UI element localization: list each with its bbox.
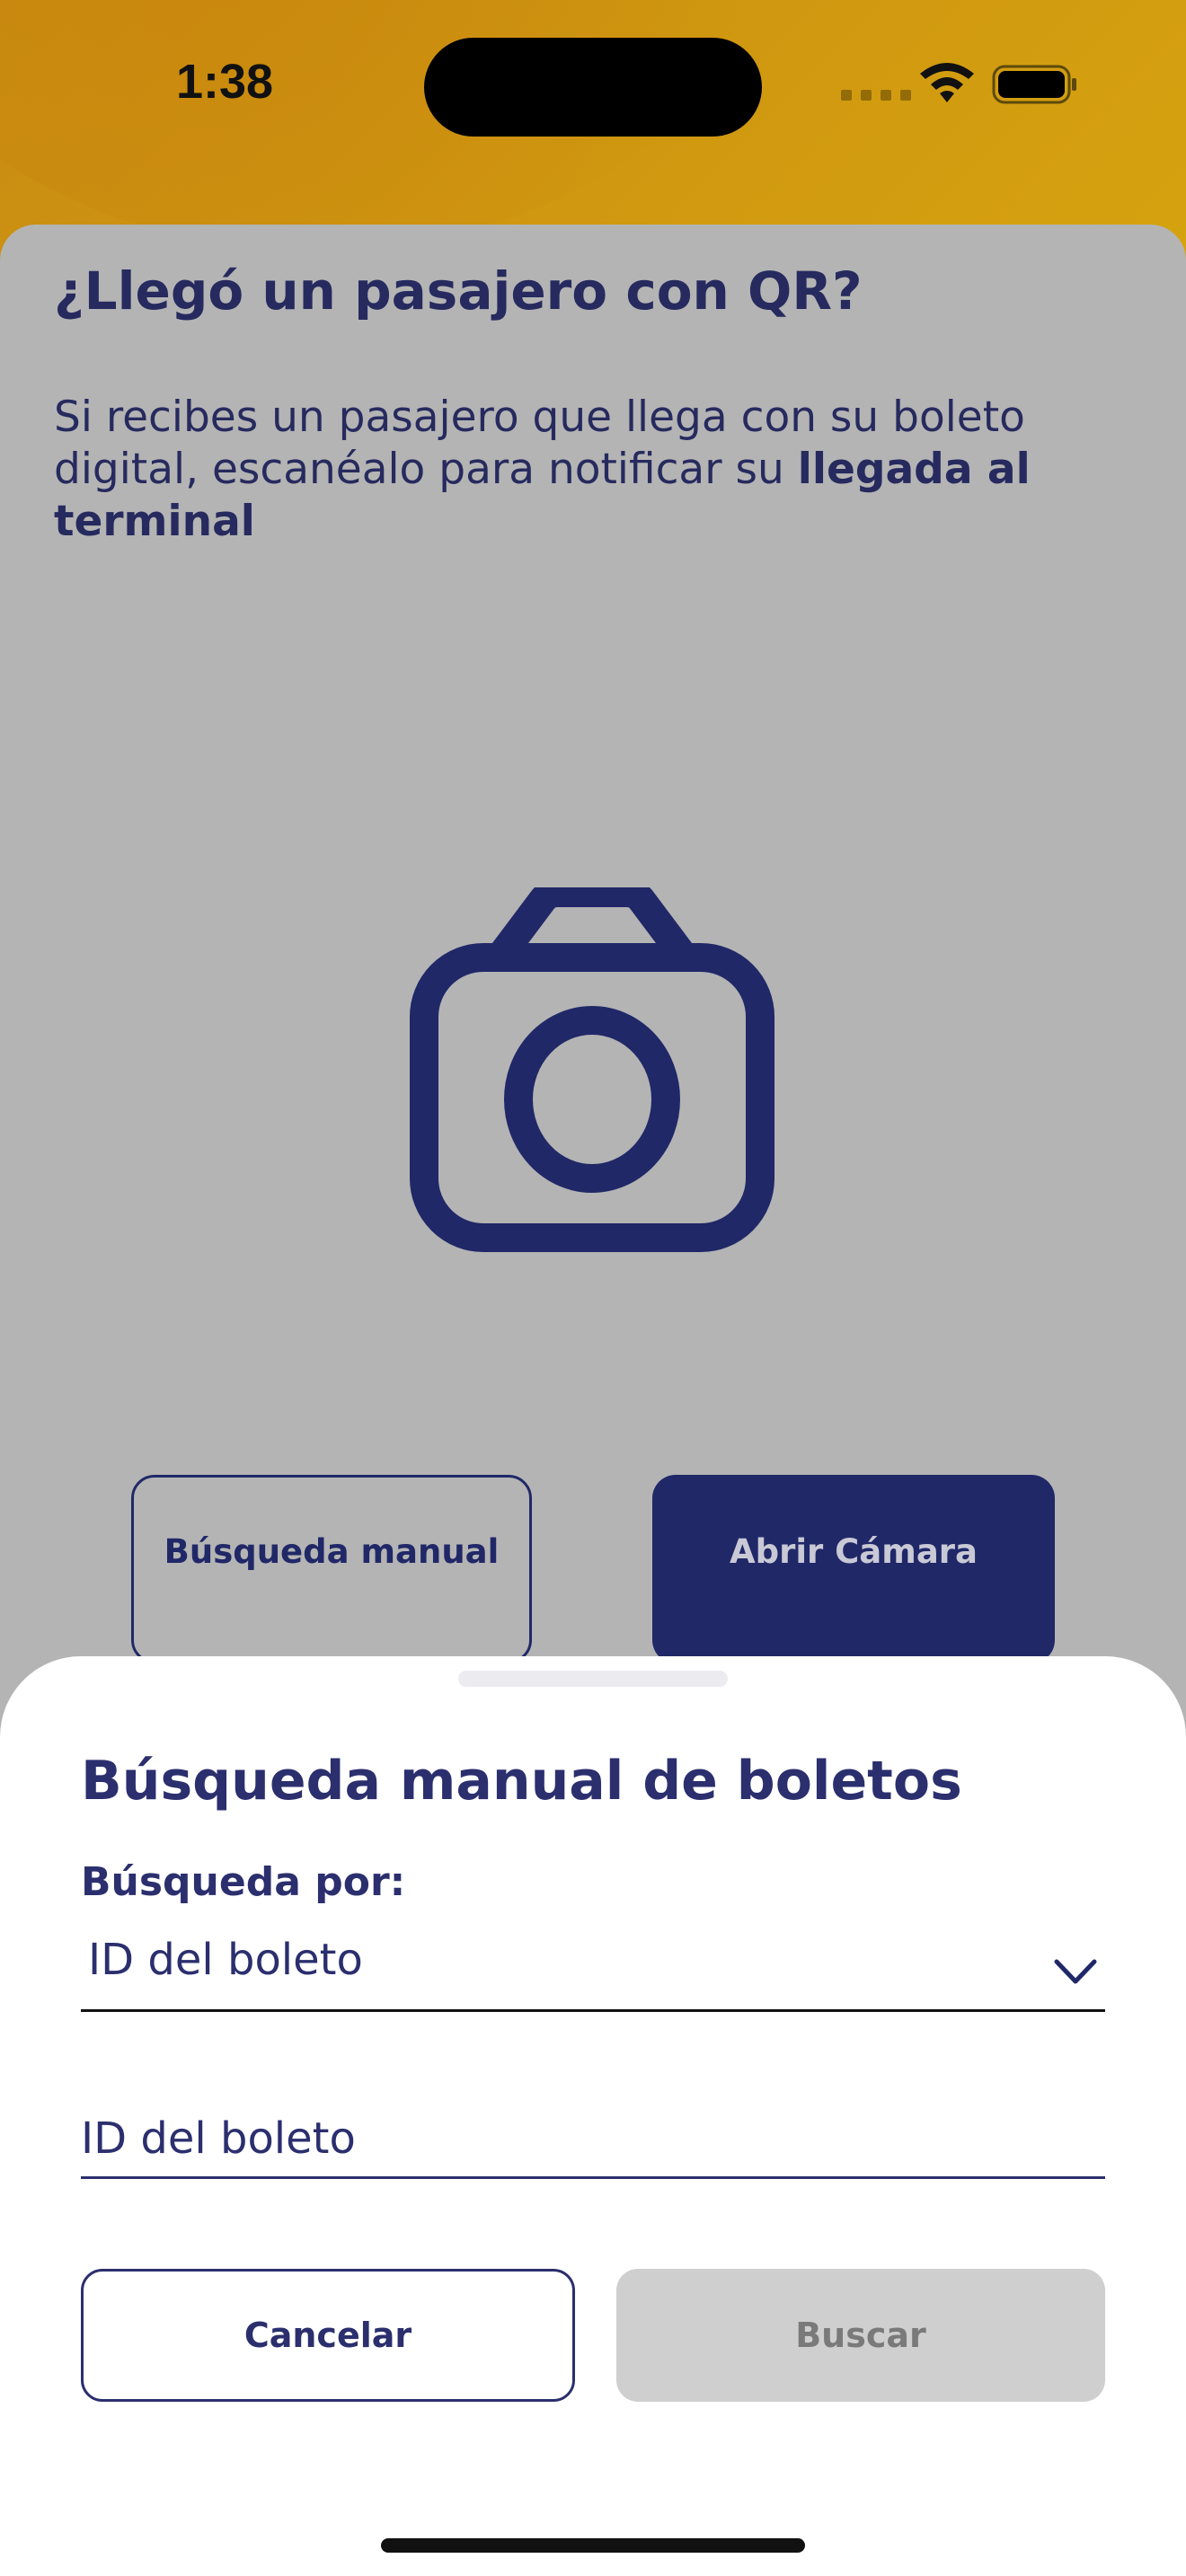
search-by-select[interactable]: ID del boleto — [81, 1935, 1105, 2012]
scan-description: Si recibes un pasajero que llega con su … — [54, 392, 1114, 548]
cancel-button[interactable]: Cancelar — [81, 2269, 575, 2402]
chevron-down-icon — [1054, 1959, 1097, 1984]
sheet-grabber[interactable] — [458, 1671, 728, 1687]
search-by-selected-value: ID del boleto — [88, 1935, 363, 1985]
scan-title: ¿Llegó un pasajero con QR? — [54, 260, 863, 322]
camera-icon — [410, 887, 774, 1252]
dynamic-island — [424, 38, 762, 137]
app-screen: 1:38 ¿Llegó un pasajero con QR? Si recib… — [0, 0, 1186, 2576]
status-time: 1:38 — [176, 55, 274, 109]
sheet-title: Búsqueda manual de boletos — [81, 1750, 962, 1813]
home-indicator[interactable] — [381, 2538, 805, 2553]
manual-search-button[interactable]: Búsqueda manual — [131, 1475, 532, 1663]
open-camera-button[interactable]: Abrir Cámara — [652, 1475, 1055, 1663]
search-button[interactable]: Buscar — [616, 2269, 1105, 2402]
wifi-icon — [920, 63, 974, 102]
search-by-label: Búsqueda por: — [81, 1859, 406, 1905]
cellular-signal-icon — [841, 90, 911, 101]
ticket-id-input[interactable] — [81, 2100, 1105, 2179]
battery-icon — [992, 65, 1076, 104]
